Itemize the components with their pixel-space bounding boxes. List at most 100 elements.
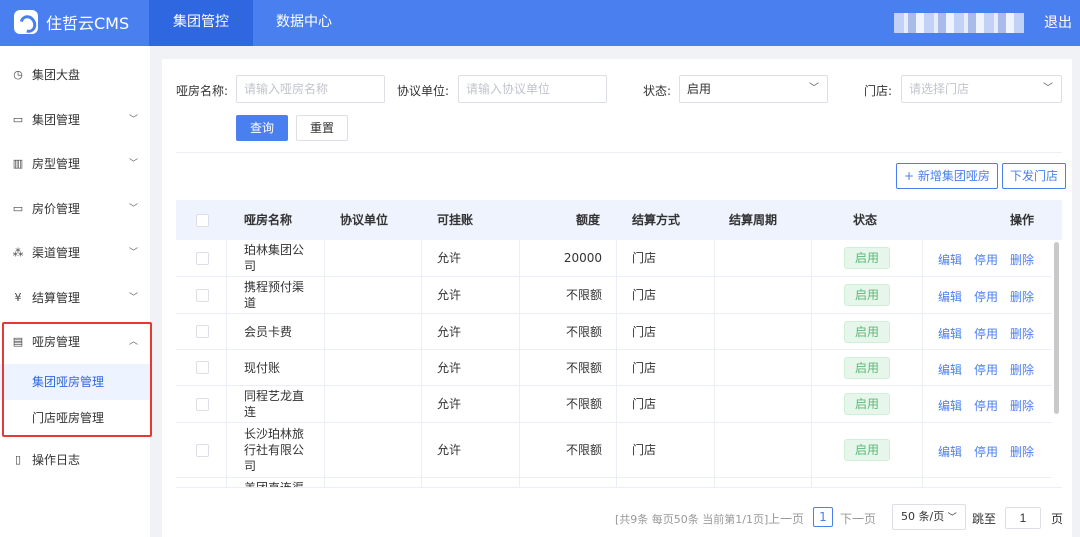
row-checkbox[interactable] <box>196 252 209 265</box>
cell-name: 长沙珀林旅行社有限公司 <box>244 427 305 473</box>
delete-link[interactable]: 删除 <box>1010 288 1034 305</box>
content-panel: 哑房名称: 协议单位: 状态: 启用 ﹀ 门店: 请选择门店 ﹀ 查询 重置 +… <box>162 59 1072 537</box>
agreement-unit-input[interactable] <box>458 75 607 103</box>
delete-link[interactable]: 删除 <box>1010 397 1034 414</box>
row-checkbox[interactable] <box>196 361 209 374</box>
status-badge: 启用 <box>844 439 890 461</box>
chevron-down-icon: ﹀ <box>128 248 138 258</box>
edit-link[interactable]: 编辑 <box>938 288 962 305</box>
table-row: 珀林集团公司 允许 20000 门店 启用 编辑 停用 删除 <box>176 240 1052 277</box>
tab-group-control[interactable]: 集团管控 <box>149 0 253 46</box>
page-size-value: 50 条/页 <box>901 510 945 523</box>
page-unit-label: 页 <box>1051 512 1064 526</box>
sidebar-item-room-price[interactable]: ▭ 房价管理 ﹀ <box>0 186 150 230</box>
chevron-down-icon: ﹀ <box>809 83 819 94</box>
logout-link[interactable]: 退出 <box>1044 12 1072 32</box>
disable-link[interactable]: 停用 <box>974 288 998 305</box>
clock-icon: ◷ <box>13 67 23 81</box>
edit-link[interactable]: 编辑 <box>938 251 962 268</box>
app-logo[interactable]: 住哲云CMS <box>14 10 129 34</box>
col-header-credit: 可挂账 <box>437 213 474 227</box>
cell-limit: 不限额 <box>565 397 602 411</box>
table-header: 哑房名称 协议单位 可挂账 额度 结算方式 结算周期 状态 操作 <box>176 200 1062 240</box>
sidebar-subitem-group-dummy-room[interactable]: 集团哑房管理 <box>0 364 150 400</box>
col-header-limit: 额度 <box>576 213 601 227</box>
chevron-up-icon: ︿ <box>128 337 138 347</box>
sidebar-item-label: 集团管理 <box>32 112 81 127</box>
edit-link[interactable]: 编辑 <box>938 443 962 460</box>
card-icon: ▭ <box>12 201 24 215</box>
prev-page-link[interactable]: 上一页 <box>768 510 804 527</box>
store-filter-label: 门店: <box>864 84 893 98</box>
reset-button[interactable]: 重置 <box>296 115 349 141</box>
status-badge: 启用 <box>844 393 890 415</box>
cell-name: 美团直连渠 <box>244 481 305 488</box>
sidebar-subitem-store-dummy-room[interactable]: 门店哑房管理 <box>0 400 150 436</box>
cell-name: 现付账 <box>244 360 281 375</box>
delete-link[interactable]: 删除 <box>1010 361 1034 378</box>
status-badge: 启用 <box>844 357 890 379</box>
table-row: 同程艺龙直连 允许 不限额 门店 启用 编辑 停用 删除 <box>176 386 1052 423</box>
cell-settle-method: 门店 <box>632 360 657 375</box>
cell-name: 会员卡费 <box>244 324 293 339</box>
row-checkbox[interactable] <box>196 289 209 302</box>
status-badge: 启用 <box>844 247 890 269</box>
cell-limit: 20000 <box>563 251 602 265</box>
sidebar-item-settlement[interactable]: ¥ 结算管理 ﹀ <box>0 275 150 319</box>
sidebar-item-group-management[interactable]: ▭ 集团管理 ﹀ <box>0 97 150 141</box>
store-select-placeholder: 请选择门店 <box>909 82 970 96</box>
disable-link[interactable]: 停用 <box>974 361 998 378</box>
delete-link[interactable]: 删除 <box>1010 251 1034 268</box>
add-group-dummy-room-button[interactable]: + 新增集团哑房 <box>896 163 998 189</box>
status-select[interactable]: 启用 ﹀ <box>679 75 828 103</box>
cell-settle-method: 门店 <box>632 397 657 411</box>
query-button[interactable]: 查询 <box>236 115 289 141</box>
jump-page-input[interactable] <box>1005 507 1041 529</box>
tab-data-center[interactable]: 数据中心 <box>252 0 356 46</box>
cell-name: 携程预付渠道 <box>244 280 305 310</box>
delete-link[interactable]: 删除 <box>1010 443 1034 460</box>
store-select[interactable]: 请选择门店 ﹀ <box>901 75 1062 103</box>
col-header-status: 状态 <box>853 213 878 227</box>
row-checkbox[interactable] <box>196 444 209 457</box>
edit-link[interactable]: 编辑 <box>938 325 962 342</box>
sidebar-item-channel[interactable]: ⁂ 渠道管理 ﹀ <box>0 230 150 274</box>
cell-credit: 允许 <box>437 397 462 411</box>
network-icon: ⁂ <box>12 245 24 259</box>
cell-settle-method: 门店 <box>632 443 657 457</box>
name-filter-label: 哑房名称: <box>176 84 229 98</box>
table-scrollbar[interactable] <box>1054 242 1059 414</box>
table-row: 长沙珀林旅行社有限公司 允许 不限额 门店 启用 编辑 停用 删除 <box>176 423 1052 478</box>
disable-link[interactable]: 停用 <box>974 443 998 460</box>
unit-filter-label: 协议单位: <box>397 84 450 98</box>
cell-limit: 不限额 <box>565 324 602 339</box>
select-all-checkbox[interactable] <box>196 214 209 227</box>
sidebar-item-group-dashboard[interactable]: ◷ 集团大盘 <box>0 52 150 96</box>
sidebar-item-label: 集团大盘 <box>32 67 81 82</box>
sidebar: ◷ 集团大盘 ▭ 集团管理 ﹀ ▥ 房型管理 ﹀ ▭ 房价管理 ﹀ ⁂ 渠道管理… <box>0 46 150 537</box>
cell-credit: 允许 <box>437 324 462 339</box>
user-info-blurred <box>894 13 1024 33</box>
sidebar-item-operation-log[interactable]: ▯ 操作日志 <box>0 437 150 481</box>
dispatch-to-store-button[interactable]: 下发门店 <box>1002 163 1067 189</box>
disable-link[interactable]: 停用 <box>974 251 998 268</box>
page-size-select[interactable]: 50 条/页 ﹀ <box>892 504 966 530</box>
sidebar-item-label: 哑房管理 <box>32 334 81 349</box>
current-page-button[interactable]: 1 <box>813 507 833 527</box>
jump-label: 跳至 <box>972 512 997 526</box>
cell-credit: 允许 <box>437 443 462 457</box>
sidebar-item-dummy-room[interactable]: ▤ 哑房管理 ︿ <box>0 319 150 363</box>
col-header-operations: 操作 <box>1010 213 1035 227</box>
sidebar-item-room-type[interactable]: ▥ 房型管理 ﹀ <box>0 141 150 185</box>
edit-link[interactable]: 编辑 <box>938 361 962 378</box>
status-select-value: 启用 <box>687 82 712 96</box>
next-page-link[interactable]: 下一页 <box>840 510 876 527</box>
row-checkbox[interactable] <box>196 398 209 411</box>
delete-link[interactable]: 删除 <box>1010 325 1034 342</box>
row-checkbox[interactable] <box>196 325 209 338</box>
disable-link[interactable]: 停用 <box>974 325 998 342</box>
dummy-room-name-input[interactable] <box>236 75 385 103</box>
edit-link[interactable]: 编辑 <box>938 397 962 414</box>
disable-link[interactable]: 停用 <box>974 397 998 414</box>
document-list-icon: ▤ <box>12 334 24 348</box>
